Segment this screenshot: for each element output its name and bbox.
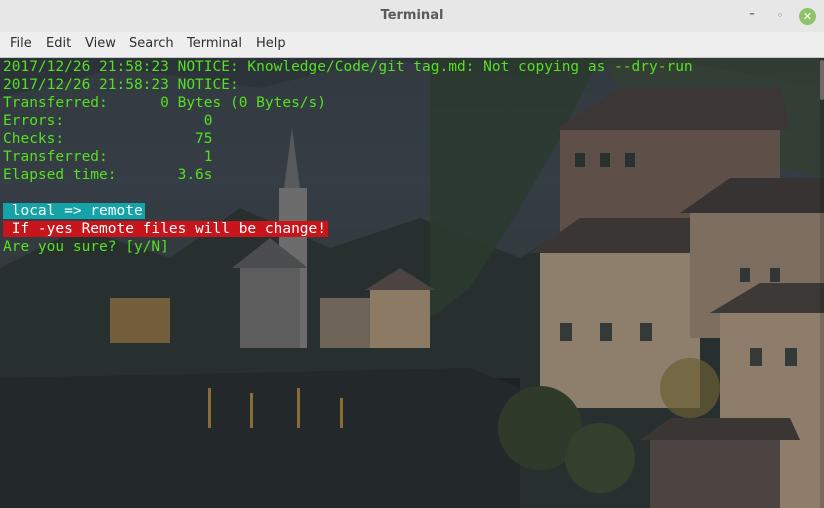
output-line-blank — [3, 184, 693, 202]
sync-direction-label: local => remote — [3, 203, 145, 219]
scrollbar-thumb[interactable] — [820, 60, 824, 100]
output-line: Transferred: 0 Bytes (0 Bytes/s) — [3, 95, 327, 111]
title-bar: Terminal – ◦ ✕ — [0, 0, 824, 33]
confirm-prompt[interactable]: Are you sure? [y/N] — [3, 238, 693, 256]
minimize-button[interactable]: – — [744, 6, 760, 22]
menu-search[interactable]: Search — [129, 36, 174, 51]
window-title: Terminal — [380, 8, 444, 23]
menu-terminal[interactable]: Terminal — [187, 36, 242, 51]
terminal-output: 2017/12/26 21:58:23 NOTICE: Knowledge/Co… — [3, 58, 693, 256]
menu-help[interactable]: Help — [256, 36, 286, 51]
maximize-button[interactable]: ◦ — [772, 8, 788, 24]
menu-bar: File Edit View Search Terminal Help — [0, 32, 824, 58]
output-line: 2017/12/26 21:58:23 NOTICE: Knowledge/Co… — [3, 59, 693, 75]
close-button[interactable]: ✕ — [799, 8, 816, 25]
output-line: Errors: 0 — [3, 113, 213, 129]
scrollbar[interactable] — [820, 58, 824, 508]
output-line: Transferred: 1 — [3, 149, 213, 165]
menu-edit[interactable]: Edit — [46, 36, 71, 51]
output-line: 2017/12/26 21:58:23 NOTICE: — [3, 77, 239, 93]
output-line: Elapsed time: 3.6s — [3, 167, 213, 183]
menu-view[interactable]: View — [85, 36, 116, 51]
terminal-view[interactable]: 2017/12/26 21:58:23 NOTICE: Knowledge/Co… — [0, 58, 824, 508]
output-line: Checks: 75 — [3, 131, 213, 147]
menu-file[interactable]: File — [10, 36, 32, 51]
warning-message: If -yes Remote files will be change! — [3, 221, 329, 237]
